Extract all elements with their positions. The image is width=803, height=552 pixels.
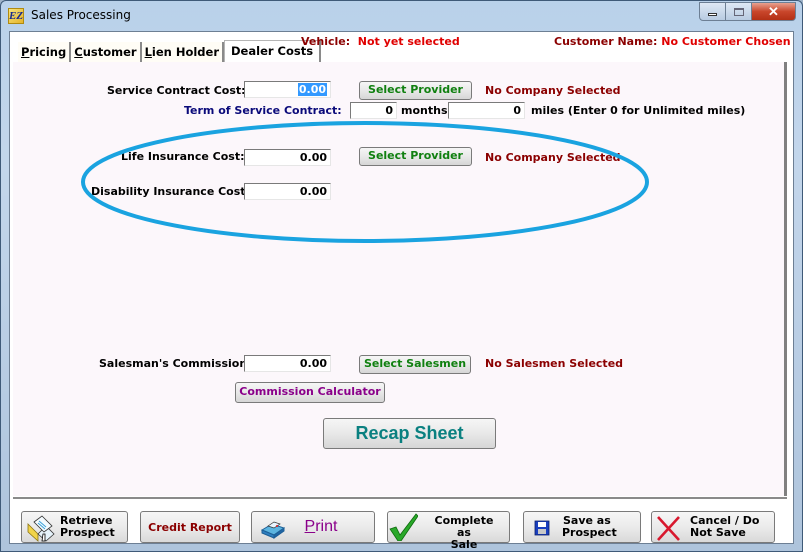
complete-as-sale-button[interactable]: Complete as Sale: [387, 511, 510, 551]
salesman-commission-input[interactable]: 0.00: [244, 355, 331, 372]
customer-info: Customer Name: No Customer Chosen: [554, 35, 791, 48]
save-as-prospect-button[interactable]: Save as Prospect: [523, 511, 641, 543]
customer-label: Customer Name:: [554, 35, 658, 48]
service-contract-cost-value: 0.00: [297, 83, 327, 96]
retrieve-prospect-button[interactable]: Retrieve Prospect: [21, 511, 128, 543]
client-area: Pricing Customer Lien Holder Dealer Cost…: [9, 31, 794, 551]
months-label: months,: [401, 104, 452, 117]
complete-as-sale-label: Complete as Sale: [426, 515, 502, 551]
window-title: Sales Processing: [31, 8, 131, 22]
tab-lien-holder-label: ien Holder: [151, 45, 220, 59]
save-label-line2: Prospect: [562, 526, 617, 539]
retrieve-label-line2: Prospect: [60, 526, 115, 539]
tab-pricing[interactable]: Pricing: [18, 42, 72, 62]
disability-insurance-cost-label: Disability Insurance Cost:: [91, 185, 250, 198]
checkmark-icon: [389, 513, 418, 541]
minimize-button[interactable]: [699, 2, 726, 21]
maximize-icon: [733, 7, 744, 16]
folder-document-icon: [27, 515, 55, 542]
app-logo-icon: EZ: [8, 8, 24, 24]
complete-label-line2: Sale: [450, 538, 478, 551]
term-months-input[interactable]: 0: [350, 102, 397, 119]
vehicle-info: Vehicle: Not yet selected: [301, 35, 460, 48]
close-icon: ✕: [768, 3, 779, 19]
print-label-text: rint: [315, 518, 338, 535]
salesmen-status: No Salesmen Selected: [485, 357, 624, 370]
title-bar: EZ Sales Processing ✕: [1, 1, 802, 31]
salesman-commission-label: Salesman's Commission:: [99, 357, 252, 370]
tab-pricing-label: ricing: [29, 45, 67, 59]
retrieve-prospect-label: Retrieve Prospect: [60, 515, 115, 539]
close-button[interactable]: ✕: [752, 2, 796, 21]
disability-insurance-cost-input[interactable]: 0.00: [244, 183, 331, 200]
tab-lien-holder[interactable]: Lien Holder: [141, 42, 225, 62]
term-miles-input[interactable]: 0: [448, 102, 525, 119]
service-contract-company-status: No Company Selected: [485, 84, 621, 97]
panel-divider: [13, 497, 787, 499]
select-salesmen-button[interactable]: Select Salesmen: [359, 355, 471, 374]
cancel-do-not-save-button[interactable]: Cancel / Do Not Save: [651, 511, 775, 543]
term-of-service-contract-label: Term of Service Contract:: [184, 104, 342, 117]
life-insurance-select-provider-button[interactable]: Select Provider: [359, 147, 472, 166]
life-insurance-company-status: No Company Selected: [485, 151, 621, 164]
life-insurance-cost-input[interactable]: 0.00: [244, 149, 331, 166]
vehicle-value: Not yet selected: [357, 35, 460, 48]
recap-sheet-button[interactable]: Recap Sheet: [323, 418, 496, 449]
tab-strip: Pricing Customer Lien Holder Dealer Cost…: [18, 40, 322, 62]
sales-processing-window: EZ Sales Processing ✕ Pricing Customer L…: [0, 0, 803, 552]
cancel-label: Cancel / Do Not Save: [690, 515, 759, 539]
credit-report-button[interactable]: Credit Report: [140, 511, 240, 543]
dealer-costs-panel: Service Contract Cost: 0.00 Select Provi…: [13, 62, 787, 496]
complete-label-line1: Complete as: [434, 514, 494, 539]
tab-customer-label: ustomer: [82, 45, 137, 59]
tab-customer-mnemonic: C: [74, 45, 83, 59]
life-insurance-cost-label: Life Insurance Cost:: [121, 150, 245, 163]
cancel-label-line2: Not Save: [690, 526, 746, 539]
annotation-ellipse-shape: [81, 121, 649, 243]
service-contract-select-provider-button[interactable]: Select Provider: [359, 81, 472, 100]
print-mnemonic: P: [304, 518, 316, 535]
print-button[interactable]: Print: [251, 511, 375, 543]
tab-lien-holder-mnemonic: L: [144, 45, 152, 59]
miles-label: miles (Enter 0 for Unlimited miles): [531, 104, 746, 117]
service-contract-cost-label: Service Contract Cost:: [107, 84, 246, 97]
window-controls: ✕: [699, 2, 796, 21]
tab-customer[interactable]: Customer: [71, 42, 142, 62]
commission-calculator-button[interactable]: Commission Calculator: [235, 382, 385, 403]
print-label: Print: [260, 512, 382, 542]
maximize-button[interactable]: [726, 2, 752, 21]
customer-value: No Customer Chosen: [661, 35, 791, 48]
save-as-prospect-label: Save as Prospect: [562, 515, 617, 539]
cancel-x-icon: [657, 516, 680, 541]
vehicle-label: Vehicle:: [301, 35, 351, 48]
annotation-ellipse: [81, 121, 649, 243]
minimize-icon: [708, 13, 717, 16]
credit-report-label: Credit Report: [148, 520, 232, 534]
save-floppy-icon: [534, 520, 550, 536]
service-contract-cost-input[interactable]: 0.00: [244, 81, 331, 98]
